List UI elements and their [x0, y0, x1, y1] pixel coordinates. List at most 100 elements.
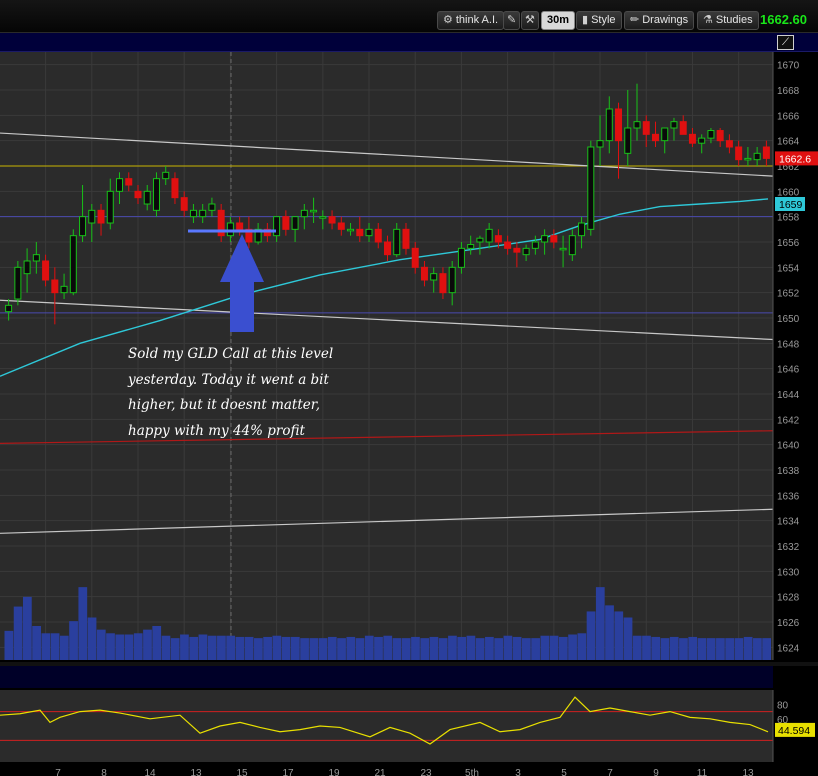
- candle-body: [522, 247, 530, 256]
- volume-bar: [217, 635, 226, 660]
- candle-body: [208, 203, 216, 211]
- price-tick-label: 1630: [777, 567, 800, 578]
- time-tick-label: 3: [515, 768, 521, 776]
- candle-body: [319, 216, 327, 219]
- candle-body: [448, 266, 456, 294]
- candle: [14, 261, 22, 306]
- volume-bar: [688, 636, 698, 660]
- candle-body: [291, 216, 299, 230]
- time-tick-label: 15: [236, 768, 248, 776]
- candle-body: [189, 209, 197, 218]
- candle-body: [762, 146, 770, 159]
- volume-bar: [716, 638, 725, 660]
- candle-body: [707, 130, 715, 139]
- volume-bar: [263, 636, 272, 660]
- volume-bar: [124, 634, 134, 660]
- volume-bar: [152, 626, 162, 660]
- candle: [587, 140, 595, 236]
- candle-body: [273, 216, 281, 237]
- price-tick-label: 1660: [777, 187, 800, 198]
- candle-body: [199, 209, 207, 218]
- price-tick-label: 1626: [777, 618, 800, 629]
- price-tick-label: 1640: [777, 441, 800, 452]
- volume-bar: [660, 638, 670, 660]
- price-tick-label: 1654: [777, 263, 800, 274]
- candle-body: [14, 266, 22, 300]
- price-tick-label: 1668: [777, 86, 800, 97]
- volume-bar: [531, 638, 540, 660]
- candle-body: [356, 228, 364, 237]
- volume-bar: [161, 635, 171, 660]
- candle-body: [411, 247, 419, 268]
- price-tick-label: 1638: [777, 466, 800, 477]
- candle-body: [716, 130, 724, 142]
- candle-body: [504, 241, 512, 249]
- candle-body: [430, 273, 438, 281]
- oscillator-header: [0, 666, 773, 688]
- candle-body: [134, 190, 142, 199]
- volume-bar: [69, 621, 78, 660]
- volume-bar: [706, 638, 716, 660]
- volume-bar: [22, 596, 32, 660]
- volume-bar: [4, 630, 14, 660]
- volume-bar: [623, 617, 633, 660]
- volume-bar: [558, 636, 568, 660]
- sma-price-label: 1659: [779, 199, 803, 211]
- volume-bar: [96, 629, 106, 660]
- volume-bar: [743, 636, 753, 660]
- volume-bar: [318, 638, 328, 660]
- volume-bar: [632, 635, 642, 660]
- annotation-line: Sold my GLD Call at this level: [128, 346, 334, 362]
- price-tick-label: 1646: [777, 365, 800, 376]
- candle-body: [642, 121, 650, 135]
- volume-bar: [115, 634, 125, 660]
- price-tick-label: 1650: [777, 314, 800, 325]
- annotation-line: yesterday. Today it went a bit: [128, 371, 329, 388]
- price-tick-label: 1652: [777, 289, 800, 300]
- candle-body: [162, 171, 170, 180]
- candle-body: [420, 266, 428, 281]
- volume-bar: [475, 638, 485, 660]
- time-tick-label: 13: [742, 768, 754, 776]
- candle-body: [568, 235, 576, 256]
- candle-body: [402, 228, 410, 249]
- candle-body: [679, 121, 687, 135]
- candle-body: [226, 222, 234, 237]
- price-tick-label: 1636: [777, 491, 800, 502]
- candle-body: [152, 178, 160, 211]
- volume-bar: [198, 634, 208, 660]
- volume-bar: [577, 633, 587, 660]
- volume-bar: [78, 587, 88, 660]
- volume-bar: [41, 633, 51, 660]
- candle-body: [587, 146, 595, 230]
- oscillator-tick-label: 80: [777, 700, 789, 711]
- volume-bar: [207, 635, 217, 660]
- candle-body: [753, 152, 761, 161]
- price-tick-label: 1628: [777, 593, 800, 604]
- volume-bar: [300, 638, 309, 660]
- volume-bar: [512, 636, 522, 660]
- volume-bar: [586, 611, 596, 660]
- candle-body: [494, 235, 502, 243]
- volume-bar: [420, 638, 430, 660]
- candle-body: [97, 209, 105, 224]
- candle-body: [79, 216, 87, 237]
- chart-annotation: Sold my GLD Call at this level yesterday…: [128, 342, 388, 444]
- volume-bar: [466, 635, 476, 660]
- candle-body: [531, 241, 539, 249]
- candle-body: [116, 178, 124, 192]
- candle-body: [467, 244, 475, 249]
- volume-bar: [457, 636, 467, 660]
- candle-body: [51, 279, 59, 294]
- volume-bar: [254, 638, 263, 660]
- price-tick-label: 1632: [777, 542, 800, 553]
- volume-bar: [383, 635, 393, 660]
- time-axis: [0, 764, 818, 776]
- volume-bar: [595, 587, 605, 660]
- volume-bar: [327, 636, 337, 660]
- volume-bar: [642, 635, 651, 660]
- candle-body: [393, 228, 401, 256]
- candle-body: [698, 137, 706, 144]
- price-chart[interactable]: 1624 1626 1628 1630 1632 1634 1636 1638 1640 1642…: [0, 0, 818, 776]
- candle-body: [42, 260, 50, 281]
